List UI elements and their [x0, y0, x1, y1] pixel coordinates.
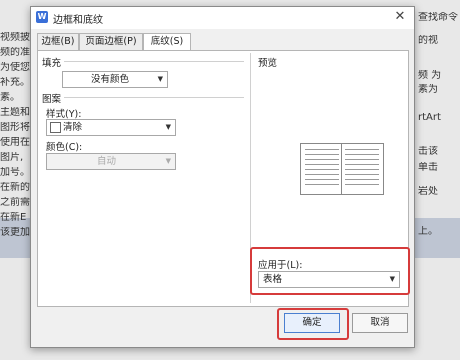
fill-color-value: 没有颜色	[91, 74, 130, 85]
document-text-line: 频的准	[0, 47, 30, 58]
document-text-line: 为使您	[0, 62, 30, 73]
document-text-line: 击该	[418, 146, 438, 157]
tab-borders[interactable]: 边框(B)	[37, 33, 79, 50]
preview-label: 预览	[258, 58, 278, 69]
preview-text-line	[345, 184, 379, 185]
dialog-title: 边框和底纹	[53, 15, 103, 26]
ok-button[interactable]: 确定	[284, 313, 340, 333]
apply-to-dropdown[interactable]: 表格 ▼	[258, 271, 400, 288]
document-text-line: 在新的	[0, 182, 30, 193]
style-swatch	[50, 122, 61, 133]
pattern-section-label: 图案	[42, 94, 62, 105]
cancel-button[interactable]: 取消	[352, 313, 408, 333]
document-text-line: 素。	[0, 92, 20, 103]
preview-text-line	[305, 164, 339, 165]
fill-section-label: 填充	[42, 58, 62, 69]
document-text-line: 之前需	[0, 197, 30, 208]
apply-to-value: 表格	[263, 274, 283, 285]
preview-column-divider	[341, 144, 342, 194]
fill-color-dropdown[interactable]: 没有颜色 ▼	[62, 71, 168, 88]
document-text-line: 在新E	[0, 212, 27, 223]
tab-page-borders[interactable]: 页面边框(P)	[79, 33, 143, 50]
preview-text-line	[345, 154, 379, 155]
preview-text-line	[305, 169, 339, 170]
document-text-line: 上。	[418, 226, 438, 237]
borders-shading-dialog: W 边框和底纹 ✕ 边框(B) 页面边框(P) 底纹(S) 填充 没有颜色 ▼ …	[30, 6, 415, 348]
preview-text-line	[345, 179, 379, 180]
pattern-style-label: 样式(Y):	[46, 109, 82, 120]
preview-text-line	[345, 169, 379, 170]
apply-to-label: 应用于(L):	[258, 260, 303, 271]
preview-text-line	[345, 164, 379, 165]
document-text-line: 岩处	[418, 186, 438, 197]
pattern-color-label: 颜色(C):	[46, 142, 83, 153]
document-text-line: 的视	[418, 35, 438, 46]
app-logo-icon: W	[36, 11, 48, 23]
dialog-titlebar: W 边框和底纹 ✕	[31, 7, 414, 29]
mouse-cursor-icon	[275, 135, 291, 151]
document-text-line: 使用在	[0, 137, 30, 148]
document-text-line: 视频披	[0, 32, 30, 43]
pattern-divider	[64, 97, 244, 98]
document-text-line: 单击	[418, 162, 438, 173]
document-text-line: 加号。	[0, 167, 30, 178]
pattern-color-value: 自动	[97, 156, 117, 167]
document-text-line: 频 为	[418, 70, 442, 81]
preview-text-line	[305, 184, 339, 185]
preview-text-line	[345, 174, 379, 175]
pattern-color-dropdown[interactable]: 自动 ▼	[46, 153, 176, 170]
pattern-style-dropdown[interactable]: 清除 ▼	[46, 119, 176, 136]
document-text-line: 主题和	[0, 107, 30, 118]
close-icon[interactable]: ✕	[392, 9, 408, 25]
chevron-down-icon: ▼	[165, 123, 171, 131]
document-text-line: 素为	[418, 84, 438, 95]
preview-text-line	[305, 179, 339, 180]
document-text-line: 补充。	[0, 77, 30, 88]
fill-divider	[64, 61, 244, 62]
document-text-line: 该更加	[0, 227, 30, 238]
preview-box	[300, 143, 384, 195]
document-text-line: 图形将	[0, 122, 30, 133]
shading-panel: 填充 没有颜色 ▼ 图案 样式(Y): 清除 ▼ 颜色(C): 自动 ▼ 预览 …	[37, 50, 410, 307]
preview-text-line	[305, 154, 339, 155]
document-text-line: rtArt	[418, 112, 441, 123]
tab-shading[interactable]: 底纹(S)	[143, 33, 191, 51]
preview-text-line	[305, 159, 339, 160]
chevron-down-icon: ▼	[389, 275, 395, 283]
pattern-style-value: 清除	[63, 122, 83, 133]
preview-text-line	[345, 159, 379, 160]
preview-text-line	[305, 149, 339, 150]
document-text-line: 查找命令	[418, 12, 458, 23]
document-text-line: 图片,	[0, 152, 24, 163]
chevron-down-icon: ▼	[157, 75, 163, 83]
preview-text-line	[345, 149, 379, 150]
preview-text-line	[305, 174, 339, 175]
chevron-down-icon: ▼	[165, 157, 171, 165]
